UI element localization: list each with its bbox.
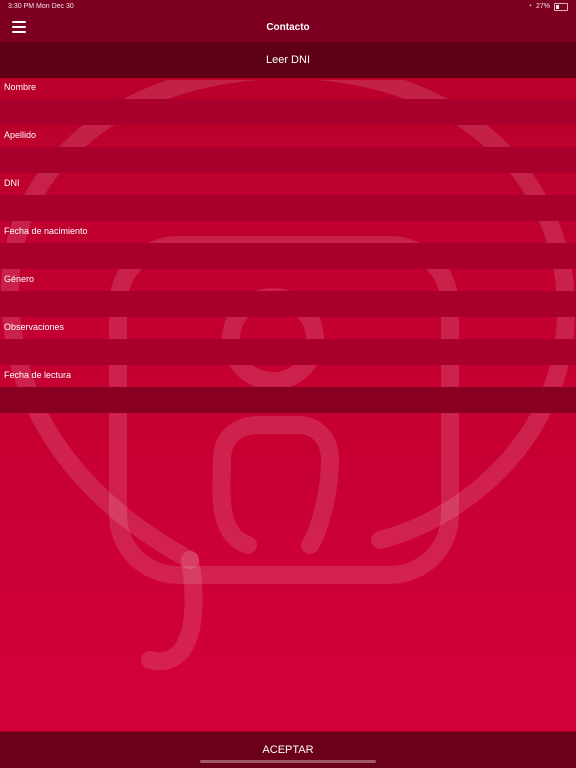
fecha-nacimiento-label: Fecha de nacimiento xyxy=(4,226,88,236)
observaciones-label: Observaciones xyxy=(4,322,65,332)
form-row-observaciones: Observaciones xyxy=(0,318,576,366)
dni-input[interactable] xyxy=(0,195,576,221)
form-row-nombre: Nombre xyxy=(0,78,576,126)
nav-bar: Contacto xyxy=(0,14,576,42)
fecha-lectura-label: Fecha de lectura xyxy=(4,370,72,380)
battery-icon xyxy=(554,3,568,11)
status-icons: ◔ 27% xyxy=(528,0,568,14)
form-row-genero: Género xyxy=(0,270,576,318)
form-row-dni: DNI xyxy=(0,174,576,222)
page-title: Contacto xyxy=(266,22,310,33)
battery-percent: 27% xyxy=(535,3,550,10)
dni-label: DNI xyxy=(4,178,20,188)
read-dni-button[interactable]: Leer DNI xyxy=(0,42,576,78)
genero-input[interactable] xyxy=(0,291,576,317)
nombre-input[interactable] xyxy=(0,99,576,125)
form-row-fecha-lectura: Fecha de lectura xyxy=(0,366,576,414)
home-indicator xyxy=(200,760,376,763)
form-row-apellido: Apellido xyxy=(0,126,576,174)
genero-label: Género xyxy=(4,274,35,284)
apellido-input[interactable] xyxy=(0,147,576,173)
fecha-lectura-input[interactable] xyxy=(0,387,576,413)
nombre-label: Nombre xyxy=(4,82,37,92)
contact-form: Nombre Apellido DNI Fecha de nacimiento … xyxy=(0,78,576,414)
form-row-fecha-nacimiento: Fecha de nacimiento xyxy=(0,222,576,270)
apellido-label: Apellido xyxy=(4,130,37,140)
fecha-nacimiento-input[interactable] xyxy=(0,243,576,269)
status-time-date: 3:30 PM Mon Dec 30 xyxy=(8,3,74,10)
wifi-icon: ◔ xyxy=(527,3,532,10)
observaciones-input[interactable] xyxy=(0,339,576,365)
status-bar: 3:30 PM Mon Dec 30 ◔ 27% xyxy=(0,0,576,14)
